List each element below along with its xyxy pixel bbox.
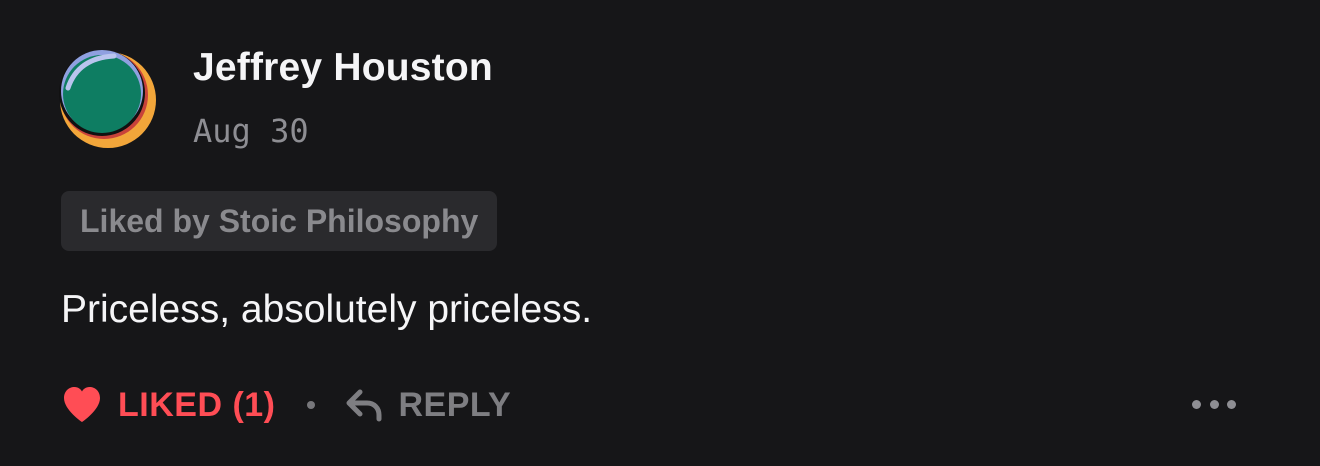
more-dot-icon (1227, 399, 1236, 409)
more-options-button[interactable] (1192, 390, 1236, 418)
comment-actions: LIKED (1) REPLY (62, 380, 511, 430)
separator-dot (306, 401, 315, 409)
avatar-image (59, 50, 156, 148)
comment-card: Jeffrey Houston Aug 30 Liked by Stoic Ph… (0, 0, 1320, 466)
more-dot-icon (1209, 399, 1219, 409)
reply-label: REPLY (398, 385, 512, 424)
avatar[interactable] (58, 50, 158, 150)
author-name[interactable]: Jeffrey Houston (193, 46, 493, 90)
more-dot-icon (1192, 399, 1201, 409)
reply-button[interactable]: REPLY (345, 386, 512, 425)
comment-body: Priceless, absolutely priceless. (61, 288, 593, 331)
heart-icon (64, 387, 100, 422)
like-button[interactable]: LIKED (1) (62, 386, 276, 425)
like-label: LIKED (1) (118, 385, 276, 424)
comment-timestamp[interactable]: Aug 30 (193, 112, 309, 150)
reply-arrow-icon (346, 389, 381, 422)
liked-by-badge: Liked by Stoic Philosophy (61, 191, 498, 251)
